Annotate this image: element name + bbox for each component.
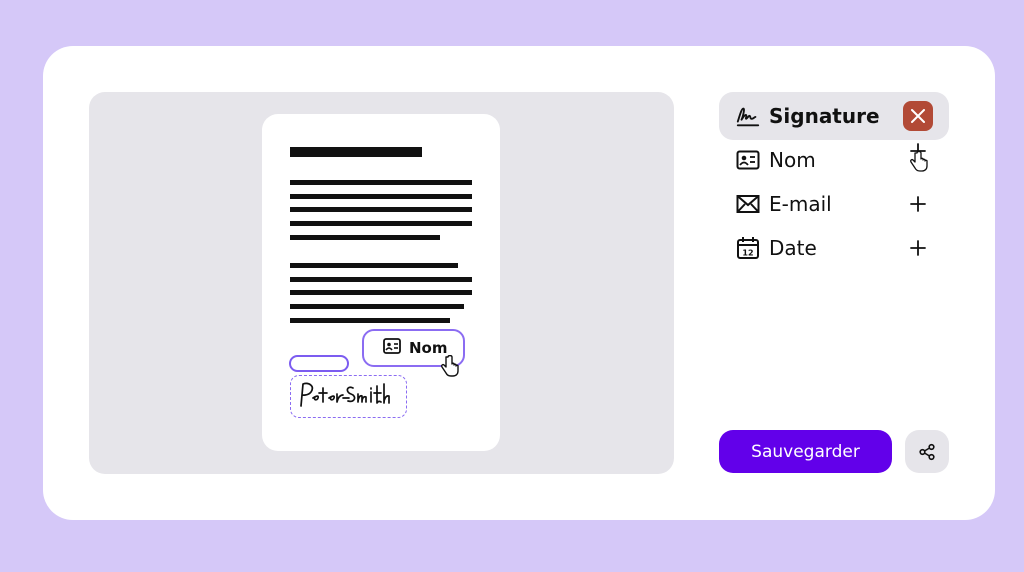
signature-icon <box>735 103 761 129</box>
calendar-day-number: 12 <box>742 249 753 258</box>
hand-cursor-icon <box>441 355 459 377</box>
text-line <box>290 318 450 323</box>
plus-icon[interactable] <box>903 189 933 219</box>
text-line <box>290 180 472 185</box>
panel-item-signature[interactable]: Signature <box>719 92 949 140</box>
text-line <box>290 235 440 240</box>
text-line <box>290 194 472 199</box>
panel-item-nom[interactable]: Nom <box>719 137 949 183</box>
text-line <box>290 304 464 309</box>
id-card-icon <box>735 147 761 173</box>
panel-item-label: E-mail <box>769 192 832 216</box>
close-icon[interactable] <box>903 101 933 131</box>
panel-item-label: Nom <box>769 148 816 172</box>
id-card-icon <box>383 338 401 358</box>
plus-icon[interactable] <box>903 233 933 263</box>
text-line <box>290 207 472 212</box>
document-title-line <box>290 147 422 157</box>
panel-item-email[interactable]: E-mail <box>719 181 949 227</box>
text-line <box>290 290 472 295</box>
panel-item-label: Signature <box>769 104 880 128</box>
plus-icon[interactable] <box>903 143 933 175</box>
signature-field[interactable] <box>290 375 407 418</box>
envelope-icon <box>735 191 761 217</box>
panel-item-date[interactable]: 12 Date <box>719 225 949 271</box>
handwritten-signature <box>300 382 390 407</box>
text-line <box>290 263 458 268</box>
name-field-placeholder[interactable] <box>289 355 349 372</box>
save-button[interactable]: Sauvegarder <box>719 430 892 473</box>
share-icon <box>919 443 935 460</box>
panel-item-label: Date <box>769 236 817 260</box>
text-line <box>290 277 472 282</box>
text-line <box>290 221 472 226</box>
share-button[interactable] <box>905 430 949 473</box>
calendar-icon: 12 <box>735 235 761 261</box>
